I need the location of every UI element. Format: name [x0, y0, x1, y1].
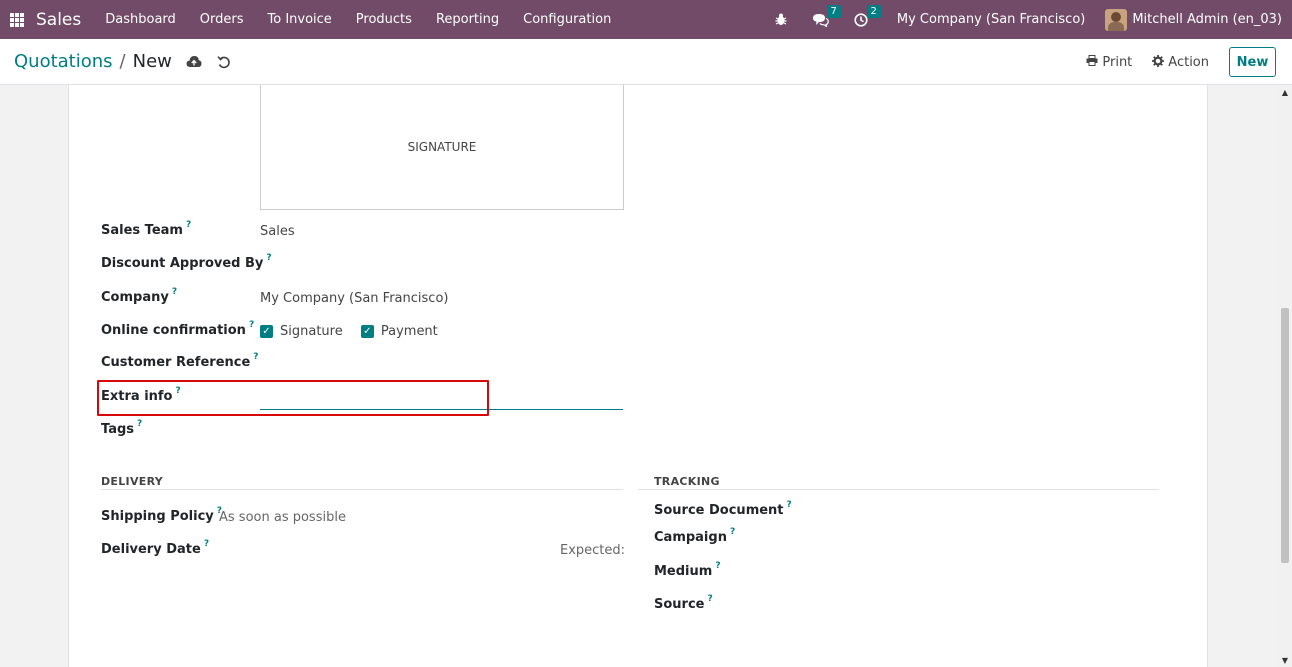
menu-reporting[interactable]: Reporting: [424, 0, 511, 39]
breadcrumb-current: New: [132, 51, 172, 72]
source-document-label: Source Document?: [654, 500, 792, 518]
help-icon[interactable]: ?: [715, 561, 720, 571]
breadcrumb: Quotations / New: [14, 51, 172, 72]
delivery-section-title: DELIVERY: [101, 475, 164, 488]
help-icon[interactable]: ?: [266, 253, 271, 263]
messages-badge: 7: [826, 4, 841, 18]
signature-check-label: Signature: [280, 324, 343, 339]
payment-checkbox[interactable]: ✓ Payment: [360, 324, 438, 339]
checkmark-icon: ✓: [360, 325, 374, 338]
top-navbar: Sales Dashboard Orders To Invoice Produc…: [0, 0, 1292, 39]
action-button[interactable]: Action: [1152, 54, 1209, 70]
app-brand[interactable]: Sales: [36, 10, 81, 30]
medium-label: Medium?: [654, 561, 721, 579]
shipping-policy-field[interactable]: As soon as possible: [219, 510, 346, 525]
control-panel: Quotations / New Print Action New: [0, 39, 1292, 85]
help-icon[interactable]: ?: [172, 287, 177, 297]
payment-check-label: Payment: [380, 324, 438, 339]
discount-approved-by-label: Discount Approved By?: [101, 253, 272, 271]
gear-icon: [1152, 54, 1165, 70]
scrollbar-thumb[interactable]: [1281, 308, 1289, 563]
signature-checkbox[interactable]: ✓ Signature: [260, 324, 343, 339]
tags-label: Tags?: [101, 419, 143, 437]
print-icon: [1086, 55, 1098, 69]
systray: 7 2 My Company (San Francisco) Mitchell …: [761, 0, 1282, 39]
help-icon[interactable]: ?: [249, 320, 254, 330]
breadcrumb-quotations[interactable]: Quotations: [14, 51, 113, 72]
signature-placeholder: SIGNATURE: [407, 140, 477, 154]
extra-info-highlight: [97, 380, 489, 416]
help-icon[interactable]: ?: [730, 527, 735, 537]
checkmark-icon: ✓: [260, 325, 273, 338]
activity-clock-icon[interactable]: 2: [851, 4, 881, 30]
online-confirmation-field: ✓ Signature ✓ Payment: [260, 323, 438, 339]
activities-badge: 2: [866, 4, 881, 18]
company-label: Company?: [101, 287, 178, 305]
menu-orders[interactable]: Orders: [188, 0, 256, 39]
customer-reference-label: Customer Reference?: [101, 352, 259, 370]
company-field[interactable]: My Company (San Francisco): [260, 291, 448, 306]
help-icon[interactable]: ?: [137, 419, 142, 429]
form-sheet: SIGNATURE Sales Team? Sales Discount App…: [68, 85, 1208, 667]
help-icon[interactable]: ?: [186, 220, 191, 230]
delivery-expected-label: Expected:: [560, 543, 626, 558]
sales-team-label: Sales Team?: [101, 220, 192, 238]
apps-menu-icon[interactable]: [10, 12, 24, 27]
action-label: Action: [1168, 54, 1209, 70]
menu-to-invoice[interactable]: To Invoice: [256, 0, 344, 39]
shipping-policy-label: Shipping Policy?: [101, 506, 223, 524]
menu-configuration[interactable]: Configuration: [511, 0, 623, 39]
discard-undo-icon[interactable]: [216, 54, 232, 70]
user-avatar[interactable]: [1105, 8, 1128, 31]
signature-box[interactable]: SIGNATURE: [260, 85, 624, 210]
debug-bug-icon[interactable]: [771, 10, 791, 30]
company-switcher[interactable]: My Company (San Francisco): [897, 12, 1085, 27]
online-confirmation-label: Online confirmation?: [101, 320, 255, 338]
campaign-label: Campaign?: [654, 527, 736, 545]
print-label: Print: [1102, 54, 1133, 70]
source-label: Source?: [654, 594, 713, 612]
menu-dashboard[interactable]: Dashboard: [93, 0, 188, 39]
new-button[interactable]: New: [1229, 47, 1276, 77]
print-button[interactable]: Print: [1086, 55, 1132, 70]
help-icon[interactable]: ?: [204, 539, 209, 549]
messages-chat-icon[interactable]: 7: [811, 4, 841, 30]
scroll-down-arrow-icon[interactable]: ▼: [1278, 653, 1292, 667]
help-icon[interactable]: ?: [253, 352, 258, 362]
scroll-up-arrow-icon[interactable]: ▲: [1278, 85, 1292, 99]
help-icon[interactable]: ?: [707, 594, 712, 604]
breadcrumb-separator: /: [119, 51, 126, 72]
help-icon[interactable]: ?: [787, 500, 792, 510]
vertical-scrollbar[interactable]: ▲ ▼: [1278, 85, 1292, 667]
sales-team-field[interactable]: Sales: [260, 224, 295, 239]
user-menu[interactable]: Mitchell Admin (en_03): [1132, 12, 1282, 27]
tracking-divider: [638, 489, 1159, 490]
delivery-divider: [101, 489, 623, 490]
menu-products[interactable]: Products: [344, 0, 424, 39]
delivery-date-label: Delivery Date?: [101, 539, 210, 557]
tracking-section-title: TRACKING: [654, 475, 720, 488]
save-cloud-icon[interactable]: [186, 54, 202, 70]
control-actions: Print Action New: [1086, 39, 1276, 85]
